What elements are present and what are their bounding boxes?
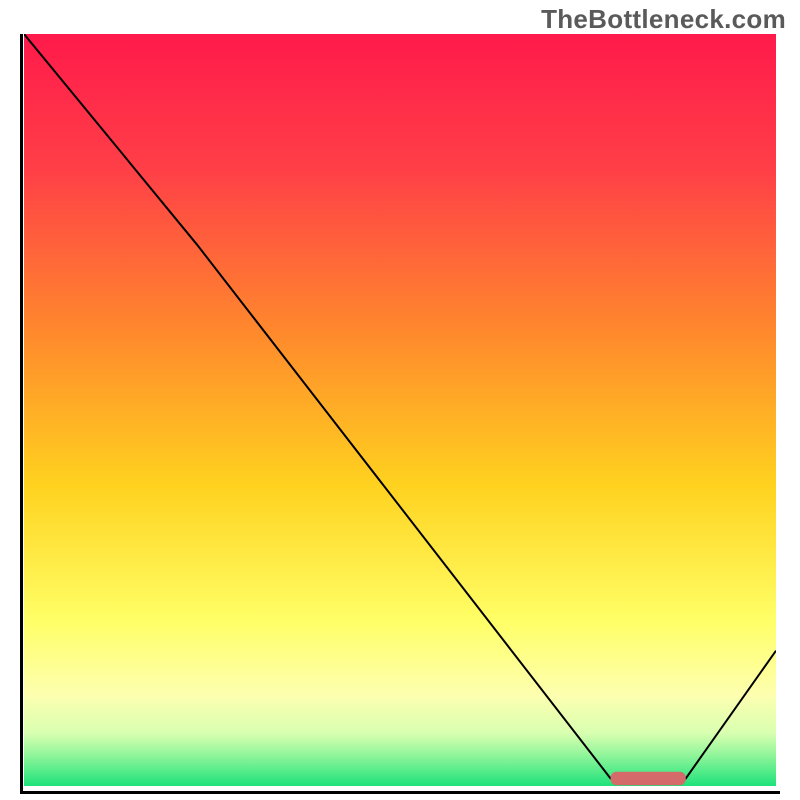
plot-inner (24, 34, 776, 786)
plot-area (20, 34, 780, 794)
watermark-text: TheBottleneck.com (541, 4, 786, 35)
y-axis-line (20, 34, 23, 794)
optimal-range-marker (24, 34, 776, 786)
chart-stage: TheBottleneck.com (0, 0, 800, 800)
x-axis-line (20, 791, 780, 794)
